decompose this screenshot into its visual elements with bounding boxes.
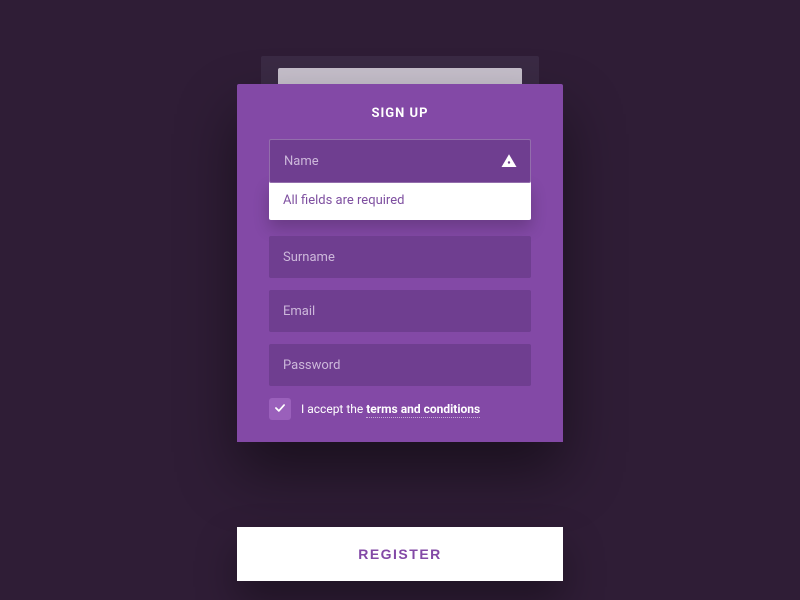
terms-link[interactable]: terms and conditions <box>366 402 480 418</box>
email-input[interactable]: Email <box>269 290 531 332</box>
name-placeholder: Name <box>284 154 319 169</box>
terms-text: I accept the terms and conditions <box>301 402 480 416</box>
warning-icon <box>500 152 518 170</box>
error-tooltip: All fields are required <box>269 181 531 220</box>
password-placeholder: Password <box>283 358 340 373</box>
surname-field-wrap: Surname <box>269 236 531 278</box>
check-icon <box>273 400 287 419</box>
surname-placeholder: Surname <box>283 250 335 265</box>
name-input[interactable]: Name <box>269 139 531 183</box>
email-field-wrap: Email <box>269 290 531 332</box>
app-stage: SIGN UP Name All fields are required Sur… <box>0 0 800 600</box>
terms-prefix: I accept the <box>301 402 366 416</box>
terms-row: I accept the terms and conditions <box>269 398 531 420</box>
terms-checkbox[interactable] <box>269 398 291 420</box>
password-field-wrap: Password <box>269 344 531 386</box>
modal-title: SIGN UP <box>269 106 531 121</box>
email-placeholder: Email <box>283 304 315 319</box>
register-button[interactable]: REGISTER <box>237 527 563 581</box>
surname-input[interactable]: Surname <box>269 236 531 278</box>
password-input[interactable]: Password <box>269 344 531 386</box>
name-field-wrap: Name All fields are required <box>269 139 531 220</box>
signup-modal: SIGN UP Name All fields are required Sur… <box>237 84 563 442</box>
